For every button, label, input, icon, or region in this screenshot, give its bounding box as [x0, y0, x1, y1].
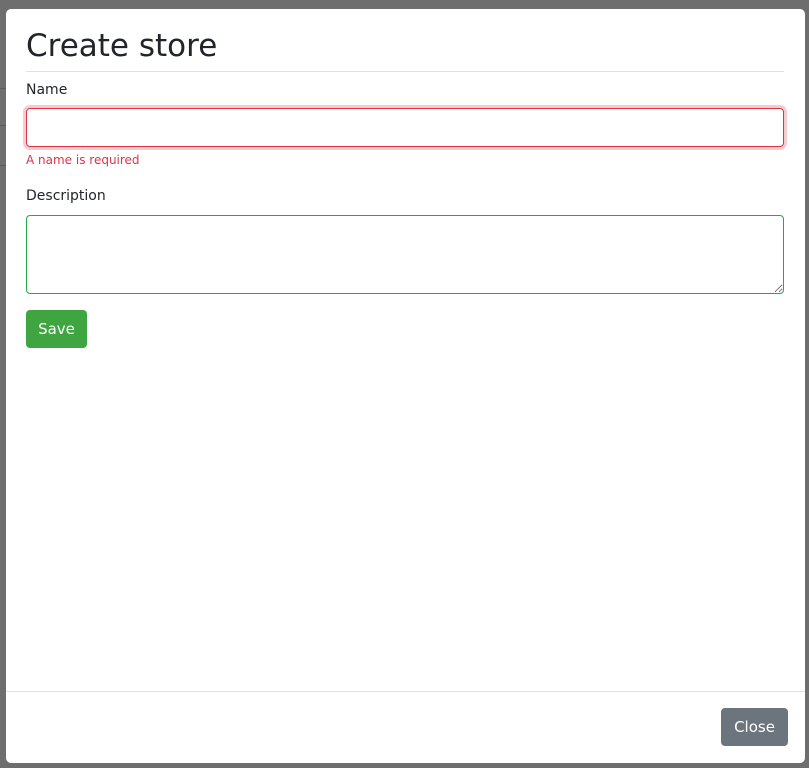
footer-divider — [6, 691, 805, 692]
title-divider — [26, 71, 784, 72]
name-error-message: A name is required — [26, 153, 140, 167]
description-textarea[interactable] — [26, 215, 784, 294]
name-input[interactable] — [26, 108, 784, 147]
close-button[interactable]: Close — [721, 708, 788, 746]
name-label: Name — [26, 82, 68, 98]
description-label: Description — [26, 188, 106, 204]
create-store-modal: Create store Name A name is required Des… — [6, 9, 805, 763]
save-button[interactable]: Save — [26, 310, 87, 348]
modal-title: Create store — [26, 28, 218, 64]
